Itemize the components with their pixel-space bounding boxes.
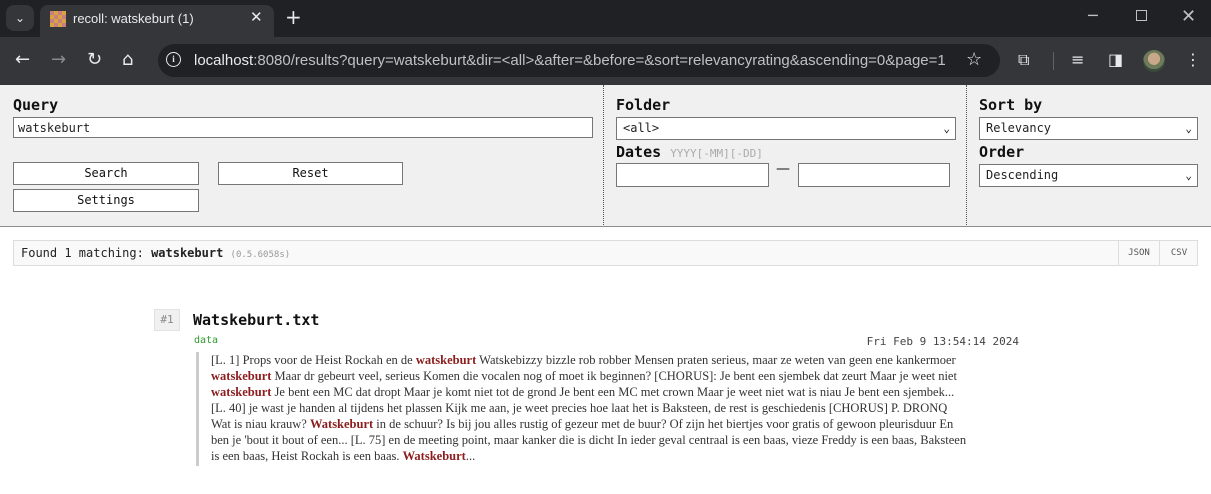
snippet-text: ... xyxy=(465,449,476,463)
snippet-highlight: Watskeburt xyxy=(309,417,374,431)
panel-divider xyxy=(966,85,967,225)
extensions-puzzle-icon[interactable]: ⧉ xyxy=(1018,50,1029,70)
chevron-down-icon: ⌄ xyxy=(14,11,26,25)
results-summary-bar: Found 1 matching: watskeburt (0.5.6058s)… xyxy=(13,240,1198,266)
folder-select[interactable]: <all> ⌄ xyxy=(616,117,956,140)
snippet-line: Wat is niau krauw? Watskeburt in de schu… xyxy=(211,416,1020,432)
query-input[interactable] xyxy=(13,117,593,138)
snippet-line: [L. 40] je wast je handen al tijdens het… xyxy=(211,400,1020,416)
side-panel-icon[interactable]: ◨ xyxy=(1108,50,1123,69)
snippet-line: ben je 'bout it bout of een... [L. 75] e… xyxy=(211,432,1020,448)
query-label: Query xyxy=(13,96,59,114)
snippet-highlight: watskeburt xyxy=(415,353,477,367)
browser-tab[interactable]: recoll: watskeburt (1) ✕ xyxy=(40,5,274,37)
results-summary-time: (0.5.6058s) xyxy=(230,250,291,260)
snippet-text: Je bent een MC dat dropt Maar je komt ni… xyxy=(271,385,955,399)
json-export-link[interactable]: JSON xyxy=(1118,241,1159,265)
date-range-separator: — xyxy=(776,161,790,177)
media-controls-icon[interactable]: ≡ xyxy=(1071,50,1084,69)
back-arrow-icon[interactable]: ← xyxy=(15,49,30,71)
date-after-input[interactable] xyxy=(616,163,769,187)
snippet-highlight: watskeburt xyxy=(211,369,272,383)
date-before-input[interactable] xyxy=(798,163,950,187)
new-tab-icon[interactable]: + xyxy=(285,6,302,28)
minimize-window-icon[interactable]: ─ xyxy=(1088,6,1098,25)
order-label: Order xyxy=(979,143,1025,161)
browser-tab-bar: ⌄ recoll: watskeburt (1) ✕ + ─ ✕ xyxy=(0,0,1211,37)
snippet-text: Wat is niau krauw? xyxy=(211,417,310,431)
snippet-text: Maar dr gebeurt veel, serieus Komen die … xyxy=(271,369,957,383)
bookmark-star-icon[interactable]: ☆ xyxy=(966,49,982,70)
result-folder-link[interactable]: data xyxy=(194,335,218,346)
snippet-line: [L. 1] Props voor de Heist Rockah en de … xyxy=(211,352,1020,368)
order-select[interactable]: Descending ⌄ xyxy=(979,164,1198,187)
site-info-icon[interactable]: i xyxy=(166,52,181,67)
panel-divider xyxy=(603,85,604,225)
result-title-link[interactable]: Watskeburt.txt xyxy=(193,311,319,329)
close-tab-icon[interactable]: ✕ xyxy=(250,8,263,26)
snippet-text: [L. 40] je wast je handen al tijdens het… xyxy=(211,401,948,415)
sort-by-value: Relevancy xyxy=(986,121,1052,135)
folder-label: Folder xyxy=(616,96,671,114)
chevron-down-icon: ⌄ xyxy=(1185,169,1192,182)
kebab-menu-icon[interactable]: ⋮ xyxy=(1185,50,1201,69)
snippet-line: watskeburt Maar dr gebeurt veel, serieus… xyxy=(211,368,1020,384)
snippet-text: in de schuur? Is bij jou alles rustig of… xyxy=(373,417,954,431)
sort-by-label: Sort by xyxy=(979,96,1043,114)
address-url[interactable]: localhost:8080/results?query=watskeburt&… xyxy=(194,52,946,69)
browser-toolbar: ← → ↻ ⌂ i localhost:8080/results?query=w… xyxy=(0,37,1211,85)
dates-label: Dates YYYY[-MM][-DD] xyxy=(616,143,763,161)
recoll-favicon-icon xyxy=(50,11,66,27)
folder-select-value: <all> xyxy=(623,121,660,135)
reload-icon[interactable]: ↻ xyxy=(87,49,102,71)
tab-title: recoll: watskeburt (1) xyxy=(73,11,194,26)
maximize-window-icon[interactable] xyxy=(1136,10,1147,21)
forward-arrow-icon[interactable]: → xyxy=(51,49,66,71)
snippet-text: Watskebizzy bizzle rob robber Mensen pra… xyxy=(476,353,956,367)
snippet-text: is een baas, Heist Rockah is een baas. xyxy=(211,449,403,463)
search-panel: Query Search Reset Settings Folder <all>… xyxy=(0,85,1211,227)
chevron-down-icon: ⌄ xyxy=(943,122,950,135)
address-bar[interactable]: i localhost:8080/results?query=watskebur… xyxy=(158,44,1000,77)
close-window-icon[interactable]: ✕ xyxy=(1181,6,1196,27)
snippet-text: ben je 'bout it bout of een... [L. 75] e… xyxy=(211,433,967,447)
search-button[interactable]: Search xyxy=(13,162,199,185)
snippet-highlight: Watskeburt xyxy=(402,449,466,463)
toolbar-divider xyxy=(1053,52,1054,70)
result-rank-badge: #1 xyxy=(154,309,180,331)
sort-by-select[interactable]: Relevancy ⌄ xyxy=(979,117,1198,140)
chevron-down-icon: ⌄ xyxy=(1185,122,1192,135)
results-summary-term: watskeburt xyxy=(151,246,224,260)
snippet-line: is een baas, Heist Rockah is een baas. W… xyxy=(211,448,1020,464)
results-summary-text: Found 1 matching: watskeburt (0.5.6058s) xyxy=(21,246,291,260)
csv-export-link[interactable]: CSV xyxy=(1159,241,1198,265)
snippet-line: watskeburt Je bent een MC dat dropt Maar… xyxy=(211,384,1020,400)
home-icon[interactable]: ⌂ xyxy=(122,49,133,71)
profile-avatar[interactable] xyxy=(1143,50,1165,72)
dates-format-hint: YYYY[-MM][-DD] xyxy=(670,147,763,160)
result-snippet: [L. 1] Props voor de Heist Rockah en de … xyxy=(196,352,1020,466)
snippet-text: [L. 1] Props voor de Heist Rockah en de xyxy=(211,353,416,367)
result-date: Fri Feb 9 13:54:14 2024 xyxy=(866,335,1019,348)
reset-button[interactable]: Reset xyxy=(218,162,403,185)
snippet-highlight: watskeburt xyxy=(211,385,272,399)
order-value: Descending xyxy=(986,168,1059,182)
settings-button[interactable]: Settings xyxy=(13,189,199,212)
tab-search-menu-button[interactable]: ⌄ xyxy=(6,5,34,31)
